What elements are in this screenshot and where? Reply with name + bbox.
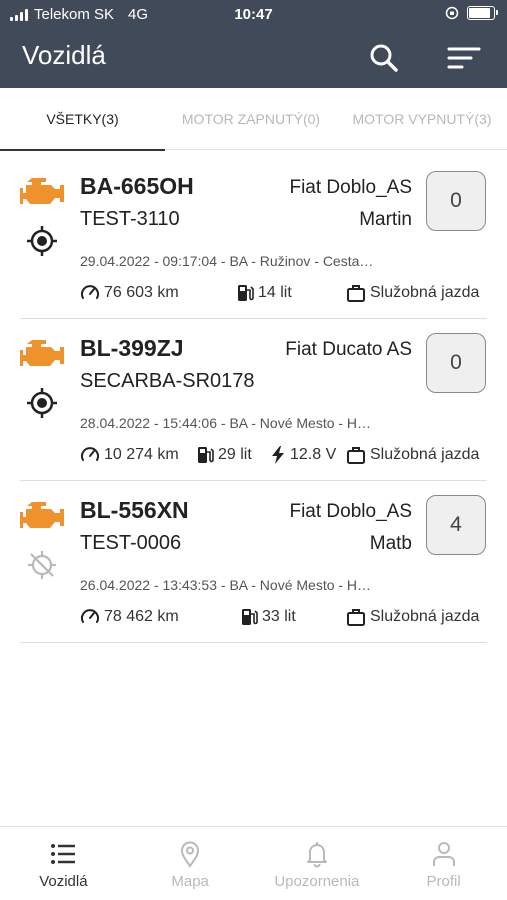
user-icon	[432, 842, 455, 866]
fuel: 29 lit	[196, 445, 270, 465]
tab-engine-off[interactable]: MOTOR VYPNUTÝ(3)	[337, 88, 507, 150]
tab-all[interactable]: VŠETKY(3)	[0, 88, 165, 151]
rotation-lock-icon	[445, 6, 459, 20]
speedometer-icon	[81, 609, 99, 623]
nav-label: Upozornenia	[274, 873, 360, 890]
license-plate: BL-399ZJ	[80, 335, 184, 361]
mileage-value: 10 274 km	[104, 446, 179, 463]
mileage: 78 462 km	[80, 607, 240, 627]
list-icon	[51, 844, 76, 864]
trip-type: Služobná jazda	[346, 283, 479, 303]
search-icon	[370, 44, 398, 72]
search-button[interactable]	[364, 38, 404, 78]
filter-button[interactable]	[444, 38, 484, 78]
mileage: 76 603 km	[80, 283, 236, 303]
nav-notifications[interactable]: Upozornenia	[254, 827, 381, 900]
fuel-value: 33 lit	[262, 608, 296, 625]
driver-name: Matb	[369, 533, 412, 554]
vehicle-meta: 10 274 km 29 lit 12.8 V Služobná jazda	[80, 444, 490, 466]
nav-profile[interactable]: Profil	[380, 827, 507, 900]
vehicle-id: SECARBA-SR0178	[80, 370, 255, 392]
vehicle-row[interactable]: BA-665OH Fiat Doblo_AS TEST-3110 Martin …	[0, 157, 507, 319]
vehicle-row[interactable]: BL-556XN Fiat Doblo_AS TEST-0006 Matb 4 …	[0, 481, 507, 643]
fuel-value: 29 lit	[218, 446, 252, 463]
divider	[20, 642, 487, 643]
vehicle-model: Fiat Ducato AS	[285, 339, 412, 360]
count-badge[interactable]: 0	[426, 333, 486, 393]
trip-type-value: Služobná jazda	[370, 446, 480, 463]
mileage: 10 274 km	[80, 445, 196, 465]
vehicle-meta: 78 462 km 33 lit Služobná jazda	[80, 606, 490, 628]
trip-type-value: Služobná jazda	[370, 608, 480, 625]
bottom-nav: Vozidlá Mapa Upozornenia Profil	[0, 826, 507, 900]
mileage-value: 76 603 km	[104, 284, 179, 301]
briefcase-icon	[347, 447, 365, 464]
nav-map[interactable]: Mapa	[127, 827, 254, 900]
trip-type: Služobná jazda	[346, 445, 479, 465]
vehicle-model: Fiat Doblo_AS	[289, 501, 412, 522]
last-location: 29.04.2022 - 09:17:04 - BA - Ružinov - C…	[80, 253, 374, 269]
briefcase-icon	[347, 285, 365, 302]
speedometer-icon	[81, 447, 99, 461]
vehicle-model: Fiat Doblo_AS	[289, 177, 412, 198]
gps-off-icon	[28, 551, 56, 579]
engine-icon	[20, 178, 64, 204]
trip-type-value: Služobná jazda	[370, 284, 480, 301]
tab-bar: VŠETKY(3) MOTOR ZAPNUTÝ(0) MOTOR VYPNUTÝ…	[0, 88, 507, 151]
speedometer-icon	[81, 285, 99, 299]
map-pin-icon	[181, 841, 200, 868]
filter-lines-icon	[447, 47, 481, 69]
page-title: Vozidlá	[22, 40, 106, 70]
engine-icon	[20, 502, 64, 528]
briefcase-icon	[347, 609, 365, 626]
nav-label: Profil	[426, 873, 461, 890]
trip-type: Služobná jazda	[346, 607, 479, 627]
vehicle-id: TEST-3110	[80, 208, 180, 230]
mileage-value: 78 462 km	[104, 608, 179, 625]
count-badge[interactable]: 4	[426, 495, 486, 555]
status-bar: Telekom SK 4G 10:47	[0, 0, 507, 30]
voltage: 12.8 V	[270, 445, 346, 465]
status-right	[445, 6, 498, 20]
nav-label: Vozidlá	[39, 873, 88, 890]
driver-name: Martin	[359, 209, 412, 230]
bell-icon	[306, 842, 327, 868]
license-plate: BA-665OH	[80, 173, 194, 199]
battery-icon	[467, 6, 498, 20]
nav-label: Mapa	[171, 873, 209, 890]
count-badge[interactable]: 0	[426, 171, 486, 231]
engine-icon	[20, 340, 64, 366]
fuel-icon	[238, 285, 254, 301]
vehicle-id: TEST-0006	[80, 532, 182, 554]
license-plate: BL-556XN	[80, 497, 189, 523]
nav-vehicles[interactable]: Vozidlá	[0, 827, 127, 900]
fuel-icon	[198, 447, 214, 463]
status-time: 10:47	[234, 6, 273, 23]
fuel-value: 14 lit	[258, 284, 292, 301]
last-location: 26.04.2022 - 13:43:53 - BA - Nové Mesto …	[80, 577, 372, 593]
gps-fix-icon	[27, 388, 57, 418]
lightning-icon	[272, 446, 284, 464]
gps-fix-icon	[27, 226, 57, 256]
voltage-value: 12.8 V	[290, 446, 337, 463]
battery-fill	[469, 8, 491, 18]
fuel: 33 lit	[240, 607, 346, 627]
fuel: 14 lit	[236, 283, 346, 303]
vehicle-row[interactable]: BL-399ZJ Fiat Ducato AS SECARBA-SR0178 0…	[0, 319, 507, 481]
top-bar: Telekom SK 4G 10:47 Vozidlá	[0, 0, 507, 88]
vehicle-meta: 76 603 km 14 lit Služobná jazda	[80, 282, 490, 304]
tab-engine-on[interactable]: MOTOR ZAPNUTÝ(0)	[165, 88, 337, 150]
last-location: 28.04.2022 - 15:44:06 - BA - Nové Mesto …	[80, 415, 372, 431]
fuel-icon	[242, 609, 258, 625]
